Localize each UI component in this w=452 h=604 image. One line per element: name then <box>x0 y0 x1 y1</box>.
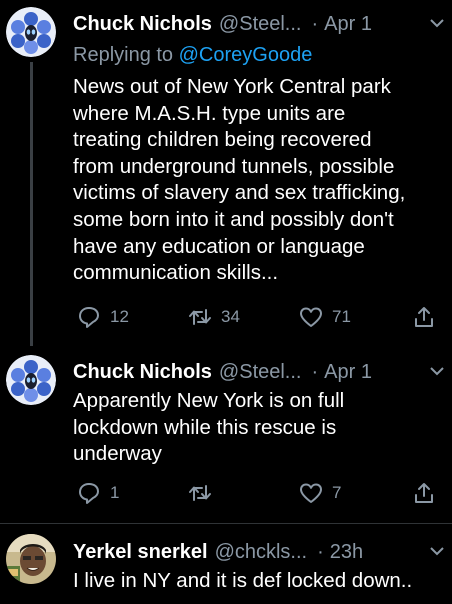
chevron-down-icon[interactable] <box>428 16 446 30</box>
display-name[interactable]: Chuck Nichols <box>73 361 212 384</box>
tweet-actions: 12 34 71 <box>70 304 442 334</box>
timestamp[interactable]: 23h <box>330 541 363 564</box>
user-handle[interactable]: @chckls... <box>215 541 308 564</box>
tweet-text: I live in NY and it is def locked down.. <box>73 569 413 592</box>
thread-line <box>30 62 33 346</box>
chevron-down-icon[interactable] <box>428 364 446 378</box>
like-button[interactable]: 7 <box>298 480 341 506</box>
share-button[interactable] <box>411 304 437 330</box>
timestamp[interactable]: Apr 1 <box>324 13 372 36</box>
tweet-header: Chuck Nichols @Steel... · Apr 1 <box>73 10 442 38</box>
like-count: 7 <box>332 483 342 502</box>
tweet-text: News out of New York Central park where … <box>73 75 406 285</box>
avatar[interactable] <box>6 7 56 57</box>
reply-icon <box>79 307 99 328</box>
share-icon <box>415 483 433 503</box>
timestamp[interactable]: Apr 1 <box>324 361 372 384</box>
separator-dot: · <box>311 360 319 383</box>
like-button[interactable]: 71 <box>298 304 351 330</box>
separator-dot: · <box>317 540 324 563</box>
replying-to-label: Replying to <box>73 44 179 66</box>
retweet-button[interactable]: 34 <box>187 304 240 330</box>
tweet[interactable]: Chuck Nichols @Steel... · Apr 1 Replying… <box>0 0 452 346</box>
chevron-down-icon[interactable] <box>428 544 446 558</box>
reply-button[interactable]: 12 <box>76 304 129 330</box>
reply-count: 1 <box>110 483 120 502</box>
like-icon <box>300 307 322 327</box>
tweet-header: Chuck Nichols @Steel... · Apr 1 <box>73 358 442 386</box>
retweet-icon <box>189 309 211 325</box>
retweet-icon <box>189 485 211 501</box>
reply-icon <box>79 483 99 504</box>
like-icon <box>300 483 322 503</box>
share-button[interactable] <box>411 480 437 506</box>
retweet-count: 34 <box>221 307 240 326</box>
tweet-actions: 1 7 <box>70 480 442 510</box>
user-handle[interactable]: @Steel... <box>219 361 302 384</box>
avatar[interactable] <box>6 534 56 584</box>
display-name[interactable]: Chuck Nichols <box>73 13 212 36</box>
display-name[interactable]: Yerkel snerkel <box>73 541 208 564</box>
like-count: 71 <box>332 307 351 326</box>
reply-button[interactable]: 1 <box>76 480 119 506</box>
avatar[interactable] <box>6 355 56 405</box>
tweet-text: Apparently New York is on full lockdown … <box>73 389 345 466</box>
tweet[interactable]: Chuck Nichols @Steel... · Apr 1 Apparent… <box>0 346 452 524</box>
replying-to: Replying to @CoreyGoode <box>73 44 312 67</box>
user-handle[interactable]: @Steel... <box>219 13 302 36</box>
tweet-header: Yerkel snerkel @chckls... · 23h <box>73 538 442 566</box>
reply-count: 12 <box>110 307 129 326</box>
mention-link[interactable]: @CoreyGoode <box>179 44 313 66</box>
retweet-button[interactable] <box>187 480 221 506</box>
share-icon <box>415 307 433 327</box>
tweet[interactable]: Yerkel snerkel @chckls... · 23h I live i… <box>0 524 452 604</box>
separator-dot: · <box>311 12 319 35</box>
